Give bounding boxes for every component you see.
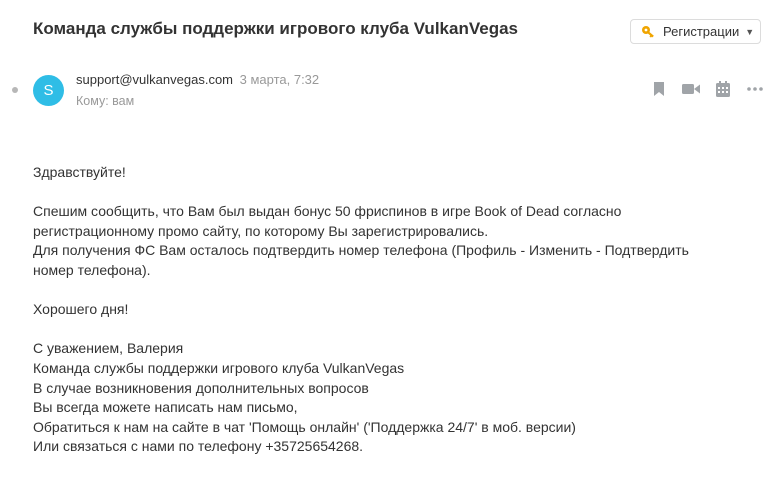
email-subject: Команда службы поддержки игрового клуба … xyxy=(33,19,518,38)
sender-email[interactable]: support@vulkanvegas.com xyxy=(76,72,233,87)
greeting: Здравствуйте! xyxy=(33,164,126,180)
signature-line: С уважением, Валерия xyxy=(33,340,184,357)
key-icon xyxy=(642,25,654,38)
avatar[interactable]: S xyxy=(33,75,64,106)
more-icon[interactable] xyxy=(746,80,764,98)
signature-line: Вы всегда можете написать нам письмо, xyxy=(33,399,298,416)
body-line: регистрационному промо сайту, по котором… xyxy=(33,222,489,239)
folder-button-label: Регистрации xyxy=(663,24,740,39)
signature-line: Или связаться с нами по телефону +357256… xyxy=(33,438,364,455)
video-icon[interactable] xyxy=(682,80,700,98)
signature-line: Обратиться к нам на сайте в чат 'Помощь … xyxy=(33,418,576,435)
signature-line: Команда службы поддержки игрового клуба … xyxy=(33,359,405,376)
chevron-down-icon: ▼ xyxy=(745,26,755,37)
sender-line: support@vulkanvegas.com 3 марта, 7:32 xyxy=(76,72,319,87)
body-line: Для получения ФС Вам осталось подтвердит… xyxy=(33,242,689,259)
body-line: номер телефона). xyxy=(33,261,151,278)
bookmark-icon[interactable] xyxy=(650,80,668,98)
recipient-line: Кому: вам xyxy=(76,94,135,108)
signature-line: В случае возникновения дополнительных во… xyxy=(33,379,369,396)
unread-indicator[interactable] xyxy=(12,87,18,93)
calendar-icon[interactable] xyxy=(714,80,732,98)
email-body: Здравствуйте! Спешим сообщить, что Вам б… xyxy=(33,163,753,457)
email-view: Команда службы поддержки игрового клуба … xyxy=(0,0,783,502)
body-line: Спешим сообщить, что Вам был выдан бонус… xyxy=(33,203,622,220)
email-actions xyxy=(650,80,764,98)
wish-line: Хорошего дня! xyxy=(33,301,129,318)
sender-date: 3 марта, 7:32 xyxy=(239,72,320,87)
folder-button[interactable]: Регистрации ▼ xyxy=(630,19,761,44)
